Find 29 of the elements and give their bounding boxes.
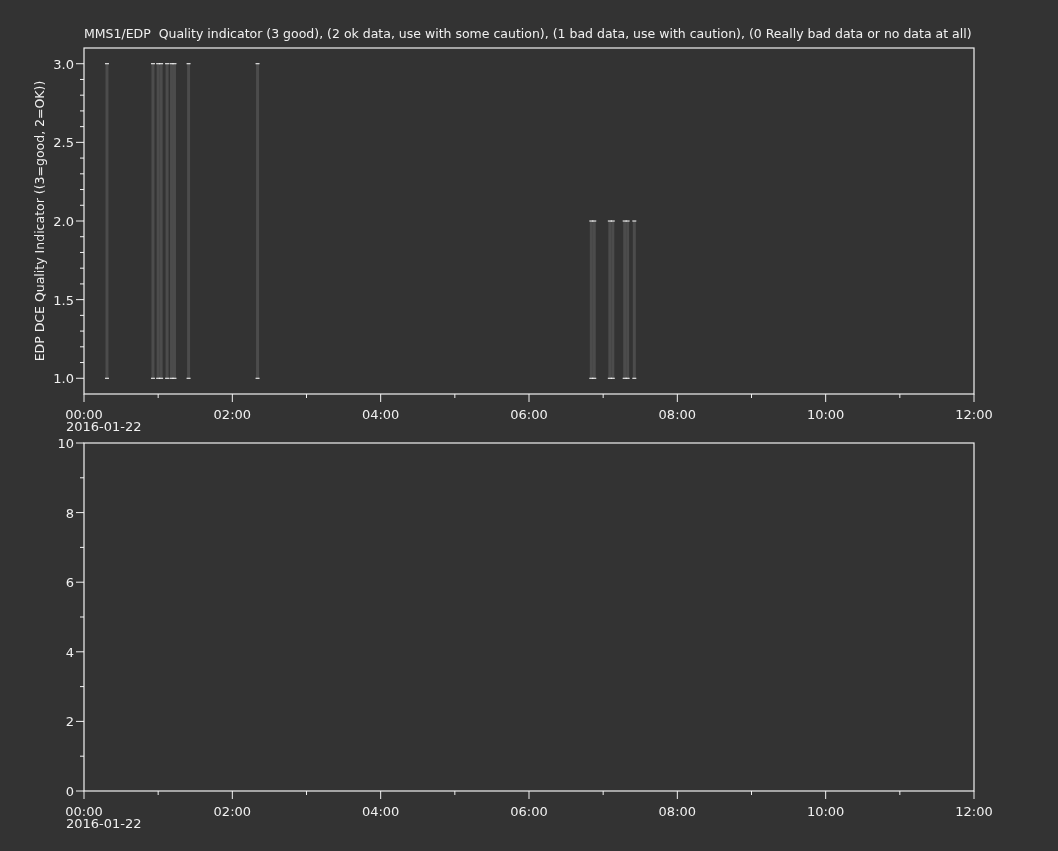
date-label: 2016-01-22 [66,816,142,831]
x-tick-label: 10:00 [806,407,845,422]
x-tick-label: 02:00 [213,407,252,422]
y-tick-label: 0 [65,784,74,799]
x-tick-label: 04:00 [361,804,400,819]
x-tick-label: 00:00 [65,407,103,422]
y-tick-label: 3.0 [53,56,74,72]
y-tick-label: 2 [65,714,74,730]
x-tick-label: 04:00 [361,407,400,422]
x-tick-label: 12:00 [955,407,993,422]
y-tick-label: 1.0 [53,371,74,387]
x-tick-label: 00:00 [65,804,103,819]
y-tick-label: 1.5 [53,292,74,308]
x-tick-label: 06:00 [510,804,548,819]
chart-title: MMS1/EDP Quality indicator (3 good), (2 ok data, use with some caution), (1 bad data, use with caution), (0 Really bad data or no data at all) [84,26,972,41]
y-tick-label: 8 [65,505,74,521]
x-tick-label: 06:00 [510,407,548,422]
x-tick-label: 08:00 [658,804,697,819]
y-tick-label: 2.0 [53,214,74,229]
date-label: 2016-01-22 [66,419,142,434]
y-tick-label: 6 [65,575,74,591]
y-tick-label: 10 [57,436,74,451]
y-tick-label: 2.5 [53,135,74,151]
x-tick-label: 10:00 [806,804,845,819]
x-tick-label: 08:00 [658,407,697,422]
y-tick-label: 4 [65,644,74,660]
x-tick-label: 12:00 [955,804,993,819]
y-axis-label: EDP DCE Quality Indicator ((3=good, 2=OK)) [32,80,47,362]
x-tick-label: 02:00 [213,804,252,819]
